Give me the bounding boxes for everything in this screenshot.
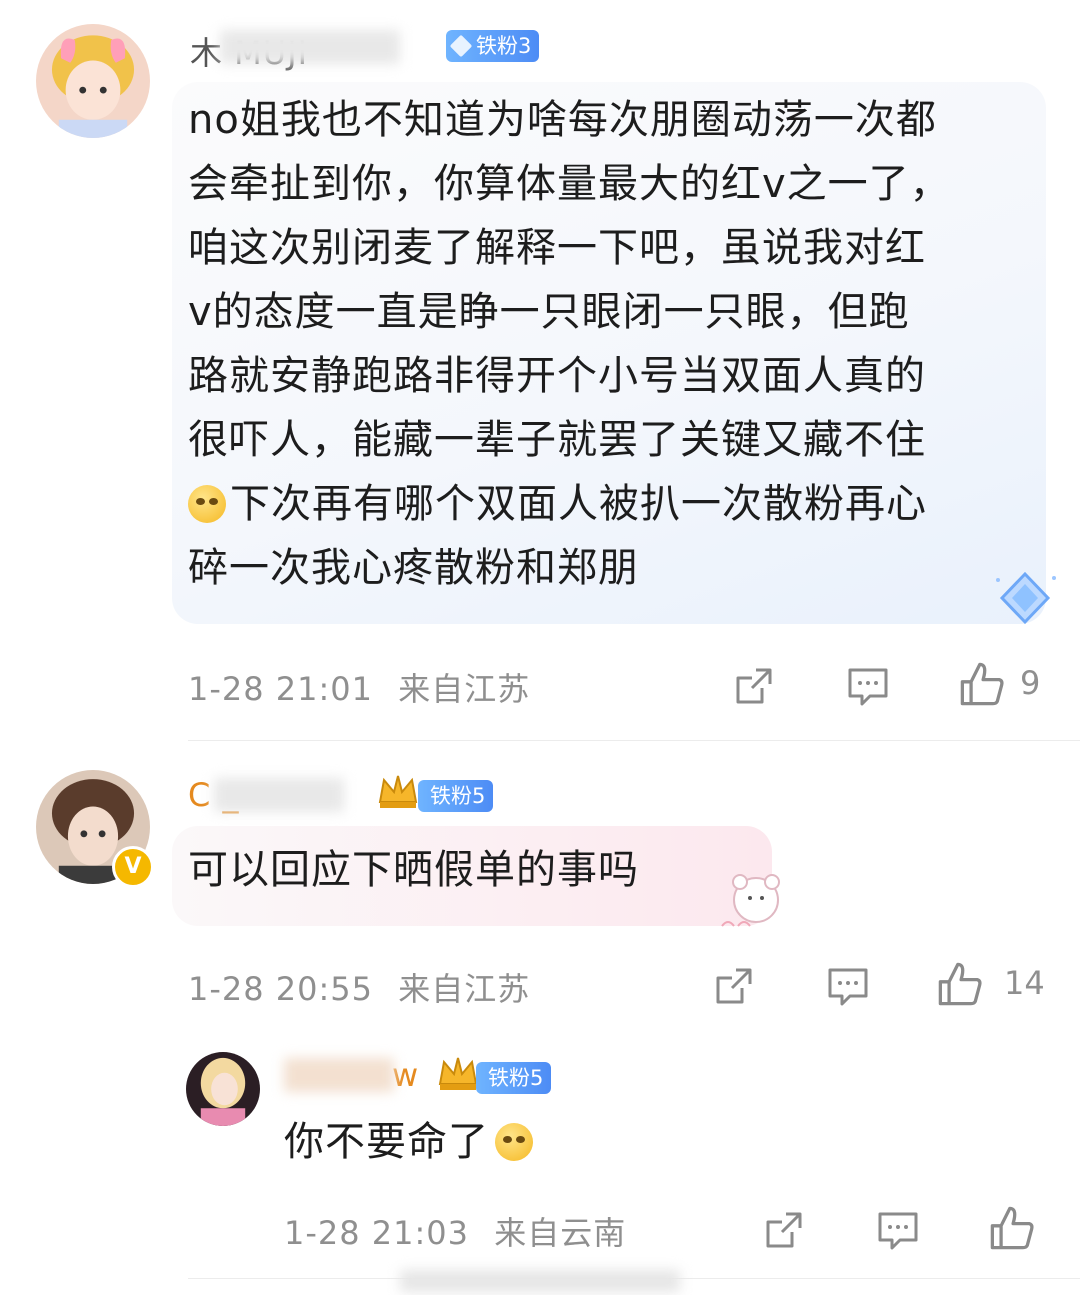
- comment-line: 你不要命了: [284, 1119, 489, 1165]
- comment-line: 咱这次别闭麦了解释一下吧，虽说我对红: [188, 225, 926, 271]
- comment-line: v的态度一直是睁一只眼闭一只眼，但跑: [188, 289, 910, 335]
- comment-text: no姐我也不知道为啥每次朋圈动荡一次都 会牵扯到你，你算体量最大的红v之一了， …: [188, 88, 1048, 600]
- pleading-face-icon: [495, 1123, 533, 1161]
- share-square-icon[interactable]: [712, 964, 756, 1008]
- avatar[interactable]: [186, 1052, 260, 1126]
- comment-line: 路就安静跑路非得开个小号当双面人真的: [188, 353, 926, 399]
- comment-line: 很吓人，能藏一辈子就罢了关键又藏不住: [188, 417, 926, 463]
- location: 来自江苏: [398, 670, 531, 708]
- comment-bubble-icon[interactable]: [826, 964, 870, 1008]
- comment-line: 可以回应下晒假单的事吗: [188, 847, 639, 893]
- comment-meta: 1-28 20:55 来自江苏: [188, 964, 530, 1010]
- fan-badge-label: 铁粉5: [430, 784, 486, 808]
- bear-sticker-icon: [721, 874, 780, 927]
- fan-badge: 铁粉5: [476, 1062, 552, 1094]
- timestamp: 1-28 21:01: [188, 670, 374, 708]
- thumbs-up-icon[interactable]: [936, 960, 984, 1008]
- comment-line: 碎一次我心疼散粉和郑朋: [188, 545, 639, 591]
- crown-icon: [378, 775, 418, 808]
- thumbs-up-icon[interactable]: [988, 1204, 1036, 1252]
- fan-badge: 铁粉3: [446, 30, 540, 62]
- timestamp: 1-28 20:55: [188, 970, 374, 1008]
- location: 来自云南: [494, 1214, 627, 1252]
- divider: [188, 740, 1080, 741]
- like-count: 9: [1020, 664, 1041, 702]
- verified-icon: V: [112, 846, 154, 888]
- username-redaction: [284, 1058, 394, 1092]
- thumbs-up-icon[interactable]: [958, 660, 1006, 708]
- like-count: 14: [1004, 964, 1045, 1002]
- avatar[interactable]: [36, 24, 150, 138]
- username-redaction: [214, 778, 344, 812]
- comment-line: no姐我也不知道为啥每次朋圈动荡一次都: [188, 97, 937, 143]
- watermark: [400, 1270, 680, 1292]
- fan-badge-label: 铁粉5: [488, 1066, 544, 1090]
- fan-badge-label: 铁粉3: [476, 34, 532, 58]
- username[interactable]: w: [392, 1056, 419, 1094]
- crown-icon: [438, 1057, 478, 1090]
- username-redaction: [220, 30, 400, 64]
- comment-bubble-icon[interactable]: [876, 1208, 920, 1252]
- fan-badge: 铁粉5: [418, 780, 494, 812]
- diamond-icon: [449, 34, 473, 58]
- comment-meta: 1-28 21:03 来自云南: [284, 1208, 626, 1254]
- comment-bubble-icon[interactable]: [846, 664, 890, 708]
- comment-line: 下次再有哪个双面人被扒一次散粉再心: [230, 481, 927, 527]
- location: 来自江苏: [398, 970, 531, 1008]
- timestamp: 1-28 21:03: [284, 1214, 470, 1252]
- share-square-icon[interactable]: [762, 1208, 806, 1252]
- share-square-icon[interactable]: [732, 664, 776, 708]
- comment-meta: 1-28 21:01 来自江苏: [188, 664, 530, 710]
- comment-text: 可以回应下晒假单的事吗: [188, 838, 639, 902]
- comment-line: 会牵扯到你，你算体量最大的红v之一了，: [188, 161, 951, 207]
- thinking-face-icon: [188, 485, 226, 523]
- comment-text: 你不要命了: [284, 1110, 537, 1174]
